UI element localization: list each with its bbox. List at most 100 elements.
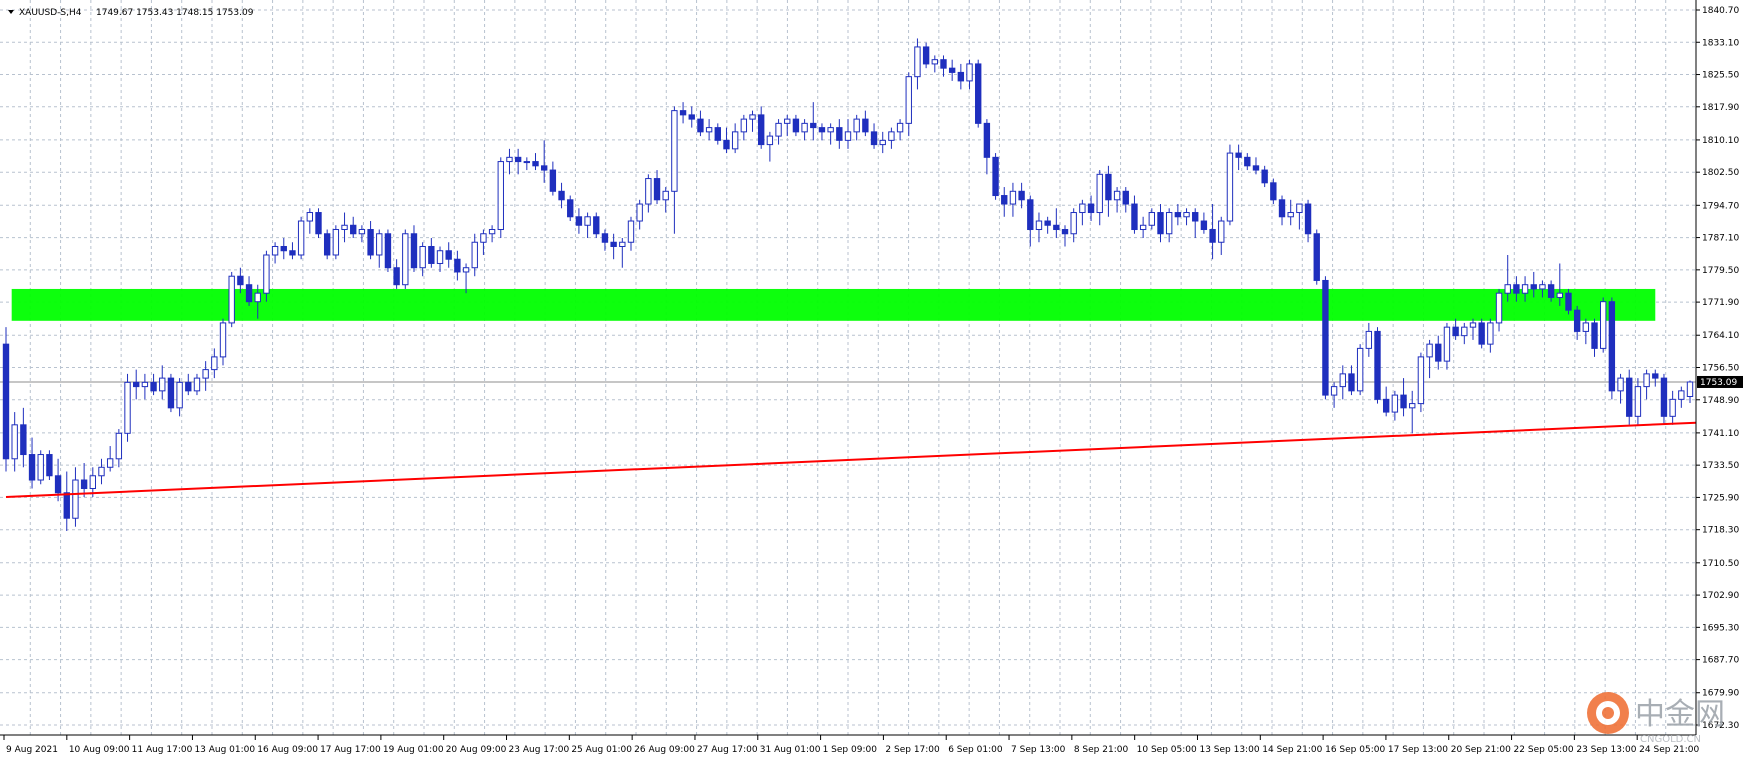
candle-body-bull <box>1678 390 1685 400</box>
candle-body-bull <box>306 212 314 222</box>
candle <box>1270 178 1277 205</box>
y-tick-label: 1687.70 <box>1702 656 1739 666</box>
candle-body-bull <box>462 267 470 273</box>
candle-body-bull <box>1165 212 1173 235</box>
candle-body-bear <box>940 59 947 69</box>
candle-body-bull <box>905 76 912 124</box>
candle-body-bear <box>46 454 53 477</box>
candle-body-bear <box>289 250 296 256</box>
y-tick-label: 1710.50 <box>1702 559 1739 569</box>
x-tick-label: 22 Sep 05:00 <box>1514 745 1574 755</box>
candle <box>124 373 131 442</box>
candle-body-bear <box>1001 195 1008 205</box>
candle-body-bull <box>766 135 774 146</box>
candle-body-bear <box>1157 212 1164 235</box>
candle-body-bear <box>810 122 817 129</box>
y-tick-label: 1748.90 <box>1702 396 1739 406</box>
candle <box>37 450 44 485</box>
candle-body-bull <box>1669 398 1676 417</box>
candle-body-bull <box>271 245 279 256</box>
candle-body-bear <box>532 161 539 167</box>
candle-body-bear <box>428 245 435 264</box>
candle-body-bear <box>1174 212 1182 218</box>
candle-body-bull <box>1339 373 1346 388</box>
candle-body-bull <box>1556 292 1563 298</box>
candle-body-bull <box>853 118 860 133</box>
candle-body-bear <box>575 216 583 226</box>
candle-body-bull <box>896 122 904 133</box>
y-tick-label: 1718.30 <box>1702 526 1739 536</box>
candle-body-bear <box>150 381 157 392</box>
candle-body-bear <box>2 343 10 460</box>
y-tick-label: 1817.90 <box>1702 103 1739 113</box>
candle-body-bear <box>133 381 140 388</box>
x-tick-label: 8 Sep 21:00 <box>1074 745 1129 755</box>
candle-body-bull <box>1686 381 1694 397</box>
candle-body-bull <box>523 161 531 164</box>
candle-body-bear <box>975 63 982 124</box>
candle-body-bear <box>792 118 800 133</box>
candle-body-bull <box>1417 356 1425 405</box>
y-tick-label: 1702.90 <box>1702 591 1739 601</box>
y-tick-label: 1840.70 <box>1702 6 1739 16</box>
y-tick-label: 1787.10 <box>1702 234 1739 244</box>
candle-body-bull <box>1009 190 1017 205</box>
candle-body-bear <box>1053 224 1060 231</box>
candle <box>1478 318 1485 349</box>
candle-body-bull <box>1582 322 1590 332</box>
candle-body-bull <box>488 229 496 235</box>
candle-body-bull <box>1035 220 1043 231</box>
x-tick-label: 17 Sep 13:00 <box>1388 745 1448 755</box>
candle-body-bull <box>1183 212 1190 218</box>
candle <box>1322 276 1329 400</box>
candle-body-bull <box>1148 212 1156 226</box>
candle-body-bull <box>254 292 261 303</box>
y-tick-label: 1833.10 <box>1702 38 1739 48</box>
candle <box>46 450 53 481</box>
candle-body-bear <box>567 199 574 218</box>
candle-body-bull <box>1495 292 1503 324</box>
candle-body-bull <box>202 369 209 379</box>
candle-body-bull <box>1504 284 1511 294</box>
watermark-brand-en: CNGOLD.CN <box>1640 734 1701 745</box>
candle-body-bull <box>115 432 123 460</box>
candlestick-chart[interactable]: 1840.70 1833.10 1825.50 1817.90 1810.10 1802.… <box>0 0 1743 764</box>
candle-body-bear <box>280 245 287 252</box>
candle-body-bear <box>688 114 695 120</box>
candle-body-bull <box>1226 152 1234 222</box>
candle-body-bull <box>402 233 409 286</box>
candle-body-bear <box>870 131 878 146</box>
candle-body-bull <box>705 127 713 133</box>
candle <box>1226 144 1234 226</box>
candle-body-bull <box>193 377 201 392</box>
candle-body-bull <box>358 229 366 235</box>
current-price-text: 1753.09 <box>1700 378 1737 388</box>
ohlc-readout: 1749.67 1753.43 1748.15 1753.09 <box>96 8 254 18</box>
candle-body-bear <box>367 229 374 256</box>
candle-body-bear <box>323 233 331 256</box>
candle-body-bear <box>1452 326 1459 337</box>
candle-body-bear <box>1122 190 1129 205</box>
candle-body-bull <box>1365 330 1373 349</box>
candle-body-bear <box>1652 373 1659 379</box>
candle <box>497 157 504 239</box>
candle-body-bear <box>1244 156 1251 167</box>
candle-body-bear <box>593 216 600 235</box>
candle-body-bear <box>992 156 999 197</box>
candle-body-bull <box>124 381 131 434</box>
x-tick-label: 24 Sep 21:00 <box>1639 745 1699 755</box>
candle-body-bear <box>1478 322 1485 345</box>
candle-body-bear <box>1382 398 1390 413</box>
candle <box>1417 352 1425 413</box>
candle-body-bear <box>601 233 609 243</box>
candle-body-bull <box>1634 386 1642 417</box>
candle-body-bull <box>211 356 218 371</box>
candle-body-bull <box>1426 343 1433 358</box>
candle-body-bull <box>1391 394 1399 413</box>
candle-body-bear <box>1530 284 1537 290</box>
y-tick-label: 1810.10 <box>1702 136 1739 146</box>
candle-body-bull <box>471 241 478 269</box>
candle-body-bull <box>1296 203 1303 214</box>
y-tick-label: 1725.90 <box>1702 493 1739 503</box>
candle-body-bear <box>948 67 956 73</box>
